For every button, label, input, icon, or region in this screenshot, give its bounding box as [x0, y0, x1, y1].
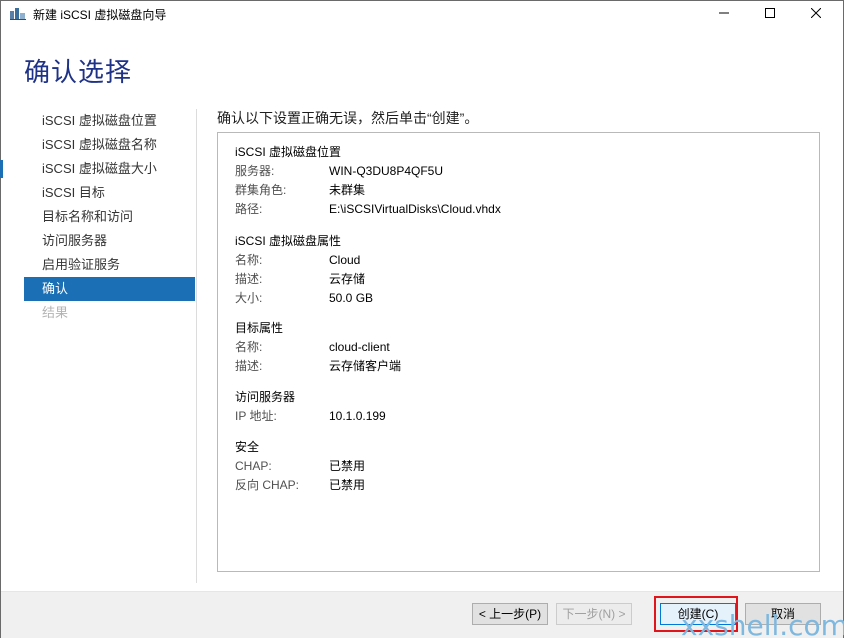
summary-panel[interactable]: iSCSI 虚拟磁盘位置 服务器: WIN-Q3DU8P4QF5U 群集角色: 未群… [217, 132, 820, 572]
nav-item-disk-name[interactable]: iSCSI 虚拟磁盘名称 [24, 133, 195, 157]
row-key: 反向 CHAP: [235, 478, 300, 492]
nav-item-iscsi-target[interactable]: iSCSI 目标 [24, 181, 195, 205]
section-title: 安全 [235, 440, 260, 454]
section-title: 访问服务器 [235, 390, 296, 404]
row-value: 已禁用 [329, 459, 366, 473]
summary-row: 大小: 50.0 GB [235, 289, 373, 308]
row-value: Cloud [329, 253, 361, 267]
row-value: 10.1.0.199 [329, 409, 386, 423]
title-bar[interactable]: 新建 iSCSI 虚拟磁盘向导 [1, 1, 843, 25]
summary-row: 描述: 云存储客户端 [235, 357, 401, 376]
nav-item-enable-auth[interactable]: 启用验证服务 [24, 253, 195, 277]
row-key: 路径: [235, 202, 263, 216]
row-value: 已禁用 [329, 478, 366, 492]
wizard-window: 新建 iSCSI 虚拟磁盘向导 确认选择 iSCSI 虚拟磁盘位置 iSCSI … [0, 0, 844, 638]
row-value: 云存储客户端 [329, 359, 402, 373]
row-value: 50.0 GB [329, 291, 374, 305]
maximize-button[interactable] [747, 1, 793, 25]
section-disk-properties: iSCSI 虚拟磁盘属性 名称: Cloud 描述: 云存储 大小: 50.0 GB [235, 232, 373, 308]
row-key: 大小: [235, 291, 263, 305]
summary-row: 描述: 云存储 [235, 270, 365, 289]
section-target-properties: 目标属性 名称: cloud-client 描述: 云存储客户端 [235, 319, 401, 376]
server-manager-icon [10, 7, 26, 20]
nav-item-disk-size[interactable]: iSCSI 虚拟磁盘大小 [24, 157, 195, 181]
summary-row: 名称: cloud-client [235, 338, 390, 357]
row-key: IP 地址: [235, 409, 277, 423]
section-access-servers: 访问服务器 IP 地址: 10.1.0.199 [235, 388, 386, 426]
previous-button[interactable]: < 上一步(P) [472, 603, 548, 625]
nav-item-results: 结果 [42, 305, 69, 320]
window-title: 新建 iSCSI 虚拟磁盘向导 [33, 8, 167, 22]
background-window-edge [0, 160, 3, 178]
row-value: E:\iSCSIVirtualDisks\Cloud.vhdx [329, 202, 501, 216]
nav-item-target-name-access[interactable]: 目标名称和访问 [24, 205, 195, 229]
section-title: 目标属性 [235, 321, 284, 335]
watermark: xxshell.com [681, 609, 844, 638]
row-key: 描述: [235, 272, 263, 286]
next-button: 下一步(N) > [556, 603, 632, 625]
summary-row: CHAP: 已禁用 [235, 457, 365, 476]
summary-row: 路径: E:\iSCSIVirtualDisks\Cloud.vhdx [235, 200, 501, 219]
section-security: 安全 CHAP: 已禁用 反向 CHAP: 已禁用 [235, 438, 365, 495]
section-disk-location: iSCSI 虚拟磁盘位置 服务器: WIN-Q3DU8P4QF5U 群集角色: 未群… [235, 143, 501, 219]
row-key: 描述: [235, 359, 263, 373]
summary-row: 反向 CHAP: 已禁用 [235, 476, 365, 495]
row-key: 名称: [235, 340, 263, 354]
section-title: iSCSI 虚拟磁盘位置 [235, 145, 342, 159]
summary-row: 名称: Cloud [235, 251, 360, 270]
summary-row: 服务器: WIN-Q3DU8P4QF5U [235, 162, 443, 181]
row-value: WIN-Q3DU8P4QF5U [329, 164, 444, 178]
summary-row: IP 地址: 10.1.0.199 [235, 407, 386, 426]
row-key: CHAP: [235, 459, 272, 473]
row-key: 名称: [235, 253, 263, 267]
close-icon [811, 8, 821, 18]
nav-item-access-servers[interactable]: 访问服务器 [24, 229, 195, 253]
nav-item-confirmation[interactable]: 确认 [24, 277, 195, 301]
row-value: 未群集 [329, 183, 366, 197]
row-key: 群集角色: [235, 183, 287, 197]
maximize-icon [765, 8, 775, 18]
nav-divider [196, 109, 197, 583]
summary-row: 群集角色: 未群集 [235, 181, 365, 200]
row-value: 云存储 [329, 272, 366, 286]
instruction-text: 确认以下设置正确无误，然后单击“创建”。 [217, 110, 479, 126]
row-value: cloud-client [329, 340, 390, 354]
row-key: 服务器: [235, 164, 275, 178]
wizard-nav: iSCSI 虚拟磁盘位置 iSCSI 虚拟磁盘名称 iSCSI 虚拟磁盘大小 i… [24, 109, 195, 325]
close-button[interactable] [793, 1, 839, 25]
page-title: 确认选择 [24, 57, 133, 87]
minimize-button[interactable] [701, 1, 747, 25]
nav-item-disk-location[interactable]: iSCSI 虚拟磁盘位置 [24, 109, 195, 133]
minimize-icon [719, 12, 729, 14]
section-title: iSCSI 虚拟磁盘属性 [235, 234, 342, 248]
